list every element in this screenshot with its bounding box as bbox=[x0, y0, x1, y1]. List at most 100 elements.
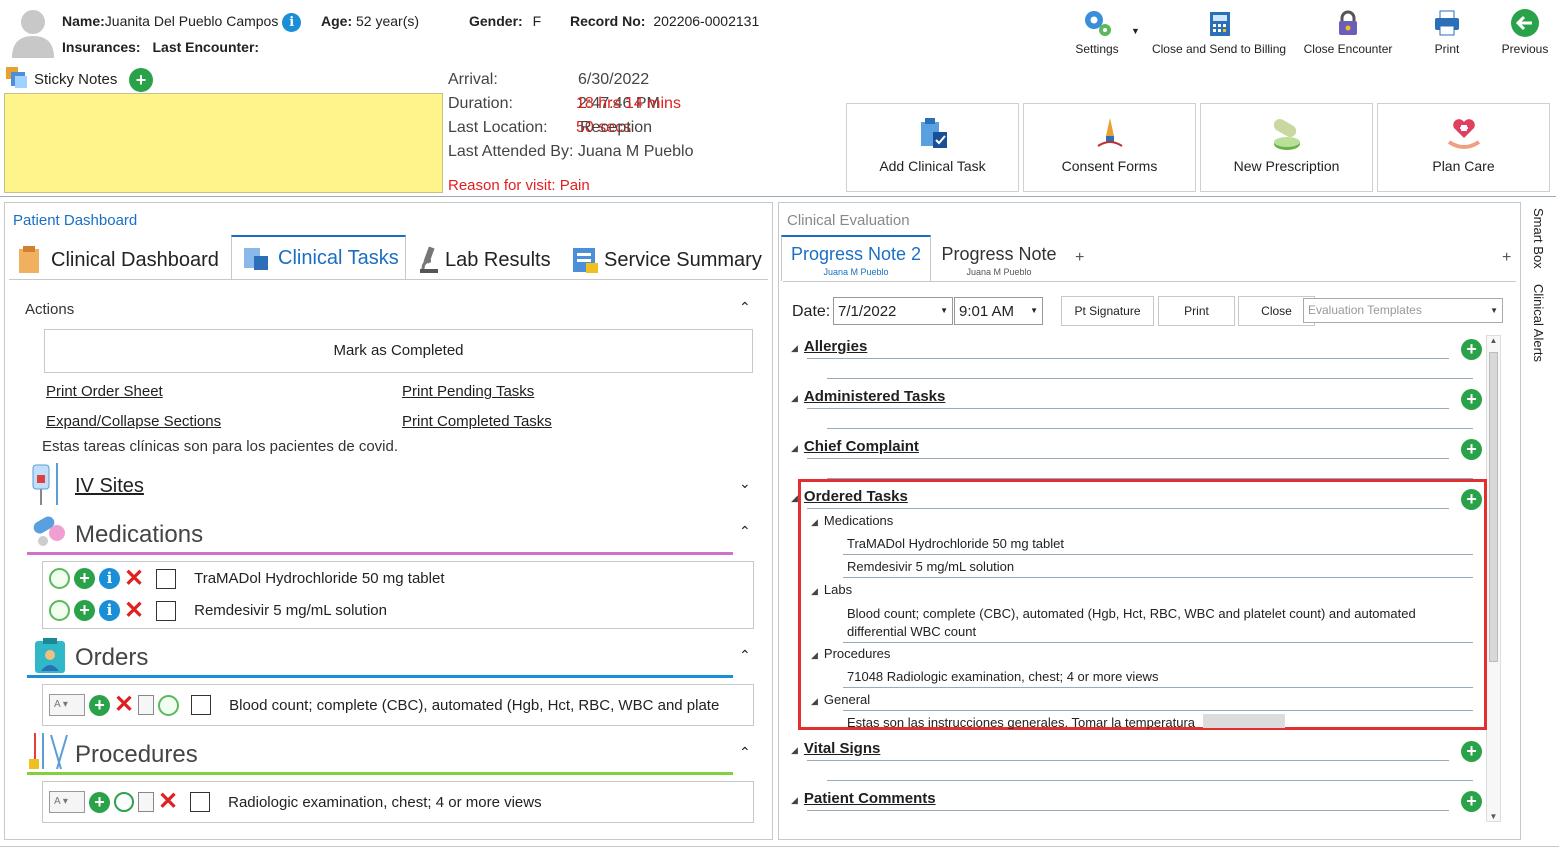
sticky-notes-icon bbox=[5, 66, 29, 90]
pt-signature-button[interactable]: Pt Signature bbox=[1061, 296, 1154, 326]
close-encounter-button[interactable]: Close Encounter bbox=[1298, 8, 1398, 56]
allergies-section[interactable]: ◢ Allergies + bbox=[791, 338, 1482, 379]
administered-tasks-section[interactable]: ◢ Administered Tasks + bbox=[791, 388, 1482, 429]
add-vital-signs-icon[interactable]: + bbox=[1461, 741, 1482, 762]
date-picker[interactable]: 7/1/2022 ▼ bbox=[833, 297, 953, 325]
collapse-triangle-icon[interactable]: ◢ bbox=[791, 745, 798, 755]
tab-clinical-tasks[interactable]: Clinical Tasks bbox=[231, 235, 406, 279]
order-checkbox[interactable] bbox=[191, 695, 212, 715]
info-icon[interactable]: i bbox=[99, 600, 120, 621]
add-administered-icon[interactable]: + bbox=[1461, 389, 1482, 410]
ordered-medications-label: Medications bbox=[823, 513, 894, 528]
expand-collapse-link[interactable]: Expand/Collapse Sections bbox=[46, 413, 221, 430]
orders-list: A ▾ + ✕ Blood count; complete (CBC), aut… bbox=[42, 684, 754, 726]
time-picker[interactable]: 9:01 AM ▼ bbox=[954, 297, 1043, 325]
refresh-icon[interactable] bbox=[158, 694, 180, 716]
actions-collapse-icon[interactable]: ⌃ bbox=[739, 299, 751, 316]
previous-button[interactable]: Previous bbox=[1475, 8, 1559, 56]
new-prescription-button[interactable]: New Prescription bbox=[1200, 103, 1373, 192]
add-icon[interactable]: + bbox=[89, 791, 110, 813]
tab-progress-note[interactable]: Progress Note Juana M Pueblo bbox=[939, 235, 1059, 281]
delete-icon[interactable]: ✕ bbox=[114, 693, 134, 717]
chief-complaint-section[interactable]: ◢ Chief Complaint + bbox=[791, 438, 1482, 479]
date-dropdown-icon[interactable]: ▼ bbox=[940, 306, 948, 315]
add-ordered-task-icon[interactable]: + bbox=[1461, 489, 1482, 510]
medications-list: + i ✕ TraMADol Hydrochloride 50 mg table… bbox=[42, 561, 754, 629]
add-clinical-task-button[interactable]: Add Clinical Task bbox=[846, 103, 1019, 192]
add-icon[interactable]: + bbox=[89, 694, 110, 716]
settings-dropdown-icon[interactable]: ▼ bbox=[1131, 26, 1140, 36]
patient-comments-section[interactable]: ◢ Patient Comments + bbox=[791, 790, 1482, 820]
add-panel-button[interactable]: + bbox=[1502, 249, 1511, 267]
add-chief-complaint-icon[interactable]: + bbox=[1461, 439, 1482, 460]
consent-forms-button[interactable]: Consent Forms bbox=[1023, 103, 1196, 192]
clipboard-icon[interactable] bbox=[138, 695, 155, 715]
vital-signs-section[interactable]: ◢ Vital Signs + bbox=[791, 740, 1482, 781]
collapse-triangle-icon[interactable]: ◢ bbox=[791, 493, 798, 503]
collapse-triangle-icon[interactable]: ◢ bbox=[791, 343, 798, 353]
tab-progress-note-2[interactable]: Progress Note 2 Juana M Pueblo bbox=[781, 235, 931, 281]
tab-clinical-dashboard[interactable]: Clinical Dashboard bbox=[17, 241, 219, 279]
collapse-triangle-icon[interactable]: ◢ bbox=[811, 586, 818, 596]
orders-collapse-icon[interactable]: ⌃ bbox=[739, 647, 751, 664]
smart-box-tab[interactable]: Smart Box bbox=[1528, 208, 1548, 278]
procedure-type-dropdown[interactable]: A ▾ bbox=[49, 791, 85, 813]
iv-sites-section[interactable]: IV Sites bbox=[75, 475, 144, 498]
collapse-triangle-icon[interactable]: ◢ bbox=[791, 795, 798, 805]
templates-dropdown-icon[interactable]: ▼ bbox=[1490, 306, 1498, 315]
print-order-sheet-link[interactable]: Print Order Sheet bbox=[46, 383, 163, 400]
print-completed-tasks-link[interactable]: Print Completed Tasks bbox=[402, 413, 552, 430]
chief-complaint-title: Chief Complaint bbox=[803, 438, 919, 455]
add-patient-comment-icon[interactable]: + bbox=[1461, 791, 1482, 812]
iv-sites-expand-icon[interactable]: ⌄ bbox=[739, 475, 751, 492]
collapse-triangle-icon[interactable]: ◢ bbox=[811, 696, 818, 706]
delete-icon[interactable]: ✕ bbox=[158, 790, 178, 814]
medications-collapse-icon[interactable]: ⌃ bbox=[739, 523, 751, 540]
refresh-icon[interactable] bbox=[49, 568, 70, 589]
info-icon[interactable]: i bbox=[282, 13, 302, 32]
clinical-alerts-tab[interactable]: Clinical Alerts bbox=[1528, 284, 1548, 374]
add-sticky-note-icon[interactable]: + bbox=[129, 68, 153, 92]
add-icon[interactable]: + bbox=[74, 568, 95, 589]
sticky-note-area[interactable] bbox=[4, 93, 443, 193]
collapse-triangle-icon[interactable]: ◢ bbox=[811, 650, 818, 660]
attended-label: Last Attended By: bbox=[448, 143, 574, 160]
add-note-tab-button[interactable]: + bbox=[1075, 249, 1084, 267]
add-allergy-icon[interactable]: + bbox=[1461, 339, 1482, 360]
mark-completed-button[interactable]: Mark as Completed bbox=[44, 329, 753, 373]
procedures-icon bbox=[27, 731, 71, 778]
refresh-icon[interactable] bbox=[49, 600, 70, 621]
collapse-triangle-icon[interactable]: ◢ bbox=[791, 443, 798, 453]
evaluation-templates-select[interactable]: Evaluation Templates ▼ bbox=[1303, 298, 1503, 323]
medication-name: TraMADol Hydrochloride 50 mg tablet bbox=[194, 570, 445, 587]
procedures-collapse-icon[interactable]: ⌃ bbox=[739, 744, 751, 761]
procedure-checkbox[interactable] bbox=[190, 792, 211, 812]
time-dropdown-icon[interactable]: ▼ bbox=[1030, 306, 1038, 315]
clinical-tasks-icon bbox=[244, 248, 268, 270]
scroll-up-icon[interactable]: ▲ bbox=[1487, 336, 1500, 345]
iv-bag-icon bbox=[29, 461, 63, 512]
close-send-billing-button[interactable]: Close and Send to Billing bbox=[1148, 8, 1290, 56]
collapse-triangle-icon[interactable]: ◢ bbox=[791, 393, 798, 403]
alarm-clock-icon[interactable] bbox=[114, 792, 134, 812]
scroll-thumb[interactable] bbox=[1489, 352, 1498, 662]
medication-checkbox[interactable] bbox=[156, 600, 177, 621]
plan-care-button[interactable]: Plan Care bbox=[1377, 103, 1550, 192]
scroll-down-icon[interactable]: ▼ bbox=[1487, 812, 1500, 821]
delete-icon[interactable]: ✕ bbox=[124, 598, 144, 622]
tab-lab-results[interactable]: Lab Results bbox=[417, 241, 551, 279]
medication-checkbox[interactable] bbox=[156, 568, 177, 589]
tab-lab-results-label: Lab Results bbox=[445, 248, 551, 271]
tab-service-summary[interactable]: Service Summary bbox=[570, 241, 762, 279]
add-icon[interactable]: + bbox=[74, 600, 95, 621]
order-type-dropdown[interactable]: A ▾ bbox=[49, 694, 85, 716]
info-icon[interactable]: i bbox=[99, 568, 120, 589]
evaluation-print-button[interactable]: Print bbox=[1158, 296, 1235, 326]
ordered-tasks-section[interactable]: ◢ Ordered Tasks + ◢ Medications TraMADol H… bbox=[791, 488, 1482, 729]
collapse-triangle-icon[interactable]: ◢ bbox=[811, 517, 818, 527]
clipboard-icon[interactable] bbox=[138, 792, 154, 812]
evaluation-scrollbar[interactable]: ▲ ▼ bbox=[1486, 335, 1501, 822]
print-pending-tasks-link[interactable]: Print Pending Tasks bbox=[402, 383, 534, 400]
delete-icon[interactable]: ✕ bbox=[124, 566, 144, 590]
clinical-evaluation-title: Clinical Evaluation bbox=[787, 212, 910, 229]
